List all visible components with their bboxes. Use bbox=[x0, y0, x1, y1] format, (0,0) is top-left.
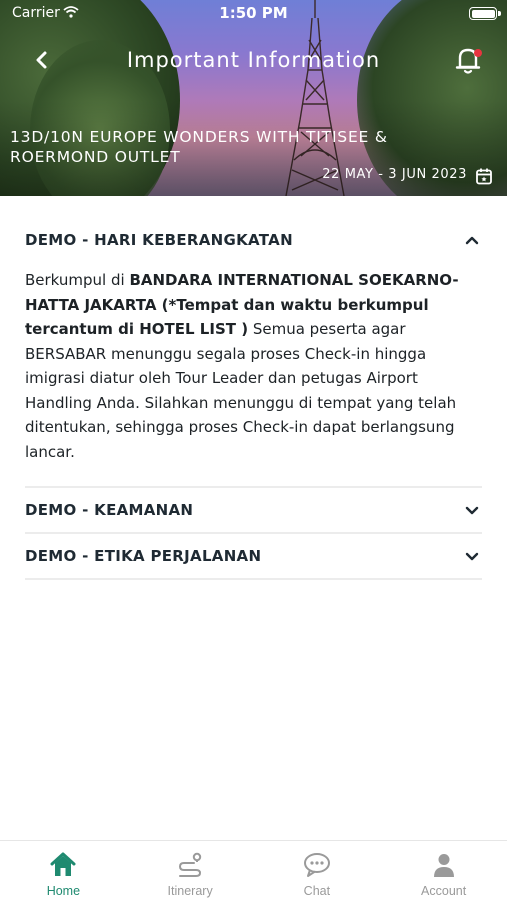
chevron-down-icon[interactable] bbox=[464, 549, 480, 563]
status-bar: Carrier 1:50 PM bbox=[0, 0, 507, 28]
notification-bell-icon[interactable] bbox=[451, 43, 485, 77]
accordion-header[interactable]: DEMO - KEAMANAN bbox=[25, 488, 482, 532]
tab-chat[interactable]: Chat bbox=[254, 841, 381, 900]
notification-dot bbox=[474, 49, 482, 57]
tab-account[interactable]: Account bbox=[380, 841, 507, 900]
chevron-up-icon[interactable] bbox=[464, 233, 480, 247]
accordion-header[interactable]: DEMO - HARI KEBERANGKATAN bbox=[25, 215, 482, 265]
tab-home[interactable]: Home bbox=[0, 841, 127, 900]
battery-icon bbox=[469, 7, 497, 20]
calendar-icon[interactable] bbox=[475, 167, 493, 185]
accordion-header[interactable]: DEMO - ETIKA PERJALANAN bbox=[25, 534, 482, 578]
battery-cap bbox=[498, 11, 501, 16]
content-text: Semua peserta agar BERSABAR menunggu seg… bbox=[25, 320, 457, 461]
trip-title: 13D/10N EUROPE WONDERS WITH TITISEE & RO… bbox=[10, 128, 388, 166]
chat-icon bbox=[303, 853, 330, 877]
tab-label: Itinerary bbox=[167, 884, 213, 898]
user-icon bbox=[433, 854, 454, 877]
tab-label: Home bbox=[46, 884, 81, 898]
header-banner: Carrier 1:50 PM Important Information 13… bbox=[0, 0, 507, 196]
accordion-title: DEMO - KEAMANAN bbox=[25, 501, 194, 519]
accordion-item-hari-keberangkatan: DEMO - HARI KEBERANGKATAN Berkumpul di B… bbox=[25, 215, 482, 488]
route-icon bbox=[179, 852, 202, 877]
accordion-content: Berkumpul di BANDARA INTERNATIONAL SOEKA… bbox=[25, 265, 482, 486]
clock: 1:50 PM bbox=[219, 4, 288, 22]
page-title: Important Information bbox=[126, 48, 381, 72]
accordion-title: DEMO - ETIKA PERJALANAN bbox=[25, 547, 262, 565]
bottom-tab-bar: Home Itinerary Chat Account bbox=[0, 840, 507, 900]
accordion-item-etika-perjalanan: DEMO - ETIKA PERJALANAN bbox=[25, 534, 482, 580]
content-text: Berkumpul di bbox=[25, 271, 130, 289]
trip-dates: 22 MAY - 3 JUN 2023 bbox=[322, 167, 467, 182]
tab-itinerary[interactable]: Itinerary bbox=[127, 841, 254, 900]
home-icon bbox=[50, 852, 76, 876]
tab-label: Account bbox=[421, 884, 467, 898]
info-accordion: DEMO - HARI KEBERANGKATAN Berkumpul di B… bbox=[25, 215, 482, 580]
accordion-item-keamanan: DEMO - KEAMANAN bbox=[25, 488, 482, 534]
chevron-down-icon[interactable] bbox=[464, 503, 480, 517]
accordion-title: DEMO - HARI KEBERANGKATAN bbox=[25, 231, 293, 249]
tab-label: Chat bbox=[303, 884, 331, 898]
